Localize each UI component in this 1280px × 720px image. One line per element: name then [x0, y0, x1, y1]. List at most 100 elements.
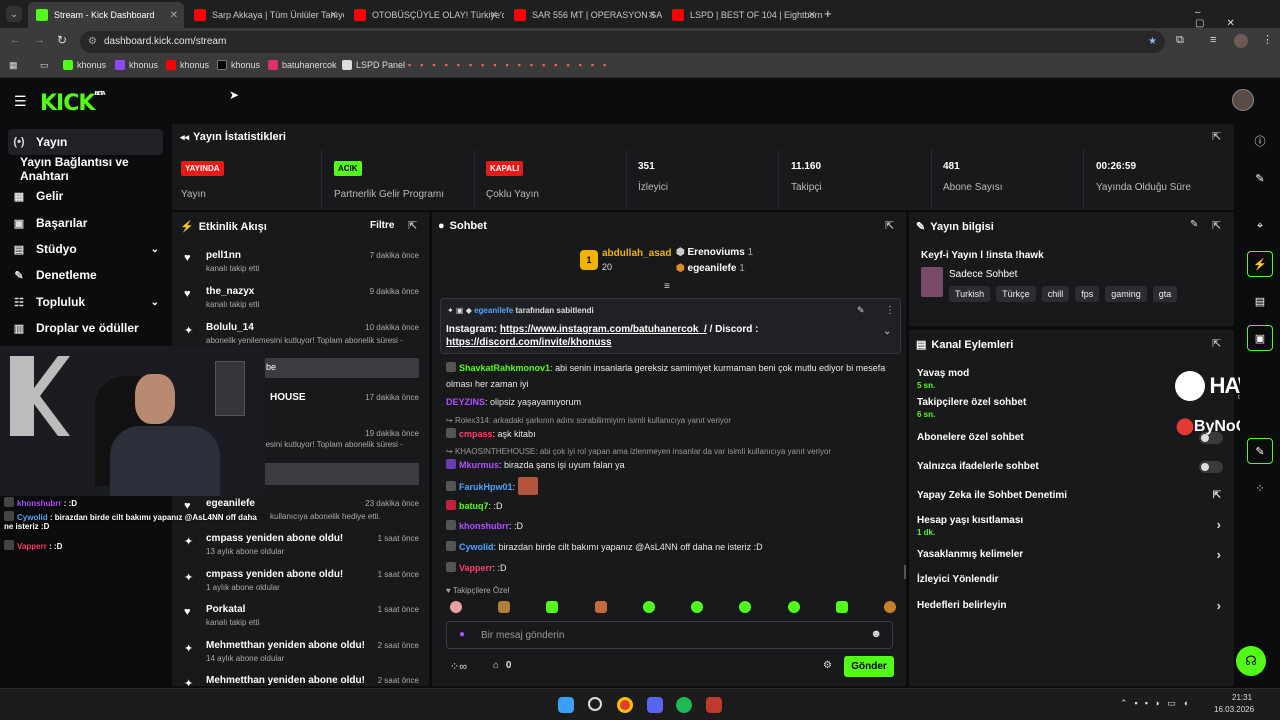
new-tab-button[interactable]: +: [824, 6, 832, 21]
tab-search-icon[interactable]: ⌄: [6, 6, 22, 22]
chat-message[interactable]: Cywolid: birazdan birde cilt bakımı yapa…: [446, 539, 896, 555]
sidebar-item-studyo[interactable]: ▤ Stüdyo ⌄: [8, 236, 163, 262]
expand-icon[interactable]: ⇱: [1212, 337, 1221, 350]
chat-message[interactable]: cmpass: aşk kitabı: [446, 426, 896, 442]
sidebar-item-topluluk[interactable]: ☷ Topluluk ⌄: [8, 289, 163, 315]
list-item[interactable]: ♥ Porkatal kanalı takip etti 1 saat önce: [180, 602, 425, 636]
sidebar-item-stream-key[interactable]: Yayın Bağlantısı ve Anahtarı: [20, 155, 170, 183]
action-ai-moderation[interactable]: Yapay Zeka ile Sohbet Denetimi ⇱: [917, 490, 1227, 501]
url-input[interactable]: ⚙ dashboard.kick.com/stream ★: [80, 31, 1165, 53]
search-icon[interactable]: [588, 697, 602, 711]
category-name[interactable]: Sadece Sohbet: [949, 269, 1017, 280]
sidebar-item-basarilar[interactable]: ▣ Başarılar: [8, 210, 163, 236]
settings-icon[interactable]: ⚙: [823, 660, 832, 671]
chat-message[interactable]: DEYZINS: olipsiz yaşayamıyorum: [446, 394, 896, 410]
tab-sarp[interactable]: Sarp Akkaya | Tüm Ünlüler Tanıyor ✕: [186, 2, 344, 28]
notes-icon[interactable]: ▤: [1247, 288, 1273, 314]
chat-message[interactable]: Mkurmus: birazda şans işi uyum falan ya: [446, 457, 896, 473]
action-host[interactable]: İzleyici Yönlendir: [917, 574, 1227, 585]
bookmark-lspd[interactable]: LSPD Panel: [342, 60, 405, 70]
share-icon[interactable]: ⁘: [1247, 475, 1273, 501]
bookmark-star-icon[interactable]: ★: [1148, 31, 1157, 53]
expand-icon[interactable]: ⇱: [1212, 130, 1221, 143]
activity-highlight-tile[interactable]: be: [264, 358, 419, 378]
bookmark-khonus-4[interactable]: khonus: [217, 60, 260, 70]
media-icon[interactable]: ≡: [1210, 34, 1216, 46]
list-item[interactable]: ♥ the_nazyx kanalı takip etti 9 dakika önce: [180, 284, 425, 318]
edit-icon[interactable]: ✎: [1247, 165, 1273, 191]
emote-row[interactable]: [450, 601, 896, 617]
expand-icon[interactable]: ⇱: [885, 219, 894, 232]
support-button[interactable]: ☊: [1236, 646, 1266, 676]
action-account-age[interactable]: Hesap yaşı kısıtlaması 1 dk. ›: [917, 515, 1227, 537]
bookmark-batuhanercok[interactable]: batuhanercok: [268, 60, 337, 70]
chat-message[interactable]: Vapperr: :D: [446, 560, 896, 576]
chat-input[interactable]: ● Bir mesaj gönderin ☻: [446, 621, 893, 649]
heart-icon: ♥: [184, 252, 191, 264]
expand-down-icon[interactable]: ⌄: [883, 326, 891, 337]
reload-icon[interactable]: ↻: [57, 33, 67, 47]
tab-sar[interactable]: SAR 556 MT | OPERASYON SAP ✕: [506, 2, 662, 28]
gifter-2-name[interactable]: ⬢ Erenoviums 1: [676, 247, 753, 258]
category-thumbnail[interactable]: [921, 267, 943, 297]
top-gifter-name[interactable]: abdullah_asad: [602, 248, 671, 259]
gifter-3-name[interactable]: ⬢ egeanilefe 1: [676, 263, 745, 274]
action-banned-words[interactable]: Yasaklanmış kelimeler ›: [917, 547, 1227, 562]
sidebar-item-yayin[interactable]: (•) Yayın: [8, 129, 163, 155]
tab-lspd[interactable]: LSPD | BEST OF 104 | Eightborn ✕: [664, 2, 822, 28]
bolt-icon[interactable]: ⚡: [1247, 251, 1273, 277]
pin-icon[interactable]: ✎: [857, 305, 865, 316]
send-button[interactable]: Gönder: [844, 656, 894, 677]
points-icon[interactable]: ⁘∞: [450, 660, 467, 673]
pinned-text: Instagram: https://www.instagram.com/bat…: [446, 324, 759, 348]
app-icon[interactable]: [706, 697, 722, 713]
extensions-icon[interactable]: ⧉: [1176, 34, 1184, 47]
expand-icon[interactable]: ⇱: [408, 219, 417, 232]
action-goals[interactable]: Hedefleri belirleyin ›: [917, 598, 1227, 613]
list-item[interactable]: ✦ cmpass yeniden abone oldu! 13 aylık abon…: [180, 531, 425, 565]
filter-button[interactable]: Filtre: [370, 220, 394, 231]
chat-message[interactable]: khonshubrr: :D: [446, 518, 896, 534]
collapse-icon[interactable]: ≡: [664, 281, 670, 292]
wrench-icon[interactable]: ✎: [1247, 438, 1273, 464]
sidebar-item-denetleme[interactable]: ✎ Denetleme: [8, 262, 163, 288]
info-icon[interactable]: ⓘ: [1247, 128, 1273, 154]
chat-message[interactable]: FarukHpw01:: [446, 477, 896, 495]
action-emote-only[interactable]: Yalnızca ifadelerle sohbet: [917, 461, 1227, 473]
emote-only-toggle[interactable]: [1199, 461, 1223, 473]
bookmark-khonus-2[interactable]: khonus: [115, 60, 158, 70]
chat-message[interactable]: ShavkatRahkmonov1: abi senin insanlarla …: [446, 360, 896, 392]
windows-start-icon[interactable]: [558, 697, 574, 713]
hamburger-icon[interactable]: ☰: [14, 93, 27, 110]
sidebar-item-droplar[interactable]: ▥ Droplar ve ödüller: [8, 315, 163, 341]
sidebar-item-gelir[interactable]: ▦ Gelir: [8, 183, 163, 209]
list-item[interactable]: ✦ cmpass yeniden abone oldu! 1 aylık abone…: [180, 567, 425, 601]
activity-highlight-tile[interactable]: [264, 463, 419, 485]
chrome-icon[interactable]: [617, 697, 633, 713]
edit-icon[interactable]: ✎: [1190, 219, 1198, 230]
back-icon[interactable]: ←: [10, 34, 21, 46]
bookmark-khonus-3[interactable]: khonus: [166, 60, 209, 70]
status-badge: ACIK: [334, 161, 362, 176]
list-item[interactable]: ✦ Mehmetthan yeniden abone oldu! 2 saat ön…: [180, 673, 425, 686]
list-item[interactable]: ♥ pell1nn kanalı takip etti 7 dakika önce: [180, 248, 425, 282]
menu-icon[interactable]: ⋮: [1262, 33, 1273, 46]
spotify-icon[interactable]: [676, 697, 692, 713]
tab-kick-dashboard[interactable]: Stream - Kick Dashboard ✕: [28, 2, 184, 28]
tab-otobus[interactable]: OTOBÜSÇÜYLE OLAY! Türkiye'de ✕: [346, 2, 504, 28]
expand-icon[interactable]: ⇱: [1212, 219, 1221, 232]
profile-avatar[interactable]: [1234, 34, 1248, 48]
discord-icon[interactable]: [647, 697, 663, 713]
chat-bubble-icon[interactable]: ▣: [1247, 325, 1273, 351]
tray-icons[interactable]: ⌃▪▪◗▭◖: [1120, 698, 1195, 709]
chat-message[interactable]: batuq7: :D: [446, 498, 896, 514]
camera-icon[interactable]: ⌖: [1247, 213, 1273, 239]
more-icon[interactable]: ⋮: [885, 305, 895, 316]
kick-logo[interactable]: KICKBETA: [40, 91, 106, 116]
chat-scrollbar[interactable]: [904, 565, 906, 579]
user-avatar[interactable]: [1232, 89, 1254, 111]
window-controls[interactable]: –▢✕: [1195, 7, 1280, 29]
bookmark-khonus-1[interactable]: khonus: [63, 60, 106, 70]
forward-icon[interactable]: →: [34, 34, 45, 46]
list-item[interactable]: ✦ Mehmetthan yeniden abone oldu! 14 aylık …: [180, 638, 425, 672]
